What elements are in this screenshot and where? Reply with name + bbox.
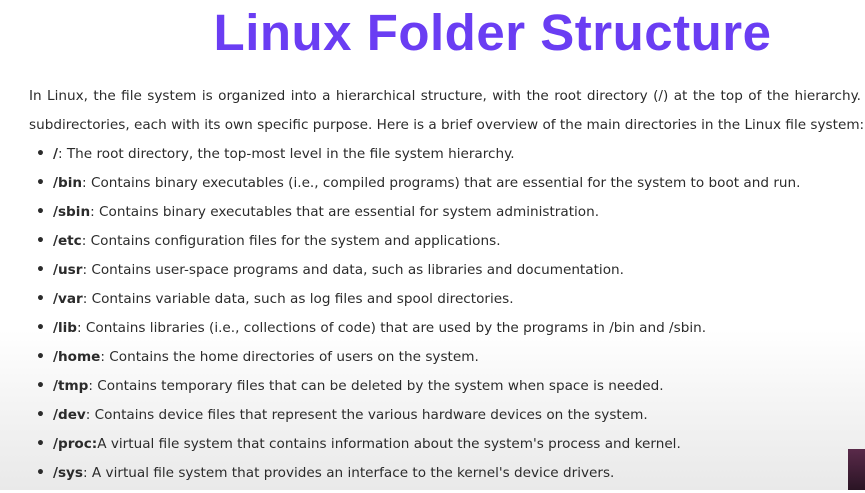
intro-line-1: In Linux, the file system is organized i… <box>29 88 861 104</box>
directory-name: /usr <box>53 262 83 278</box>
directory-description: : Contains libraries (i.e., collections … <box>77 320 707 336</box>
bullet-icon: • <box>36 378 45 394</box>
bullet-icon: • <box>36 349 45 365</box>
directory-name: /tmp <box>53 378 89 394</box>
bullet-icon: • <box>36 407 45 423</box>
directory-description: : Contains variable data, such as log fi… <box>82 291 514 307</box>
list-item-home: • /home: Contains the home directories of… <box>36 348 800 377</box>
list-item-bin: • /bin: Contains binary executables (i.e.… <box>36 174 800 203</box>
bullet-icon: • <box>36 436 45 452</box>
directory-description: : Contains binary executables (i.e., com… <box>82 175 801 191</box>
directory-name: /sys <box>53 465 84 481</box>
list-item-sys: • /sys: A virtual file system that provid… <box>36 464 800 493</box>
list-item-sbin: • /sbin: Contains binary executables that… <box>36 203 800 232</box>
directory-name: /home <box>53 349 101 365</box>
directory-description: : The root directory, the top-most level… <box>57 146 515 162</box>
directory-name: /lib <box>53 320 78 336</box>
directory-name: /bin <box>53 175 83 191</box>
directory-name: /etc <box>53 233 82 249</box>
bullet-icon: • <box>36 291 45 307</box>
directory-description: A virtual file system that contains info… <box>97 436 681 452</box>
directory-description: : A virtual file system that provides an… <box>83 465 615 481</box>
directory-name: /sbin <box>53 204 91 220</box>
directory-description: : Contains configuration files for the s… <box>81 233 501 249</box>
list-item-root: • /: The root directory, the top-most lev… <box>36 145 800 174</box>
bullet-icon: • <box>36 204 45 220</box>
list-item-usr: • /usr: Contains user-space programs and … <box>36 261 800 290</box>
intro-line-2: subdirectories, each with its own specif… <box>29 117 865 133</box>
directory-description: : Contains the home directories of users… <box>100 349 479 365</box>
video-thumbnail-edge <box>848 449 865 490</box>
bullet-icon: • <box>36 175 45 191</box>
directory-description: : Contains device files that represent t… <box>85 407 648 423</box>
page-title: Linux Folder Structure <box>213 4 772 61</box>
directory-description: : Contains binary executables that are e… <box>90 204 600 220</box>
list-item-var: • /var: Contains variable data, such as l… <box>36 290 800 319</box>
list-item-lib: • /lib: Contains libraries (i.e., collect… <box>36 319 800 348</box>
list-item-tmp: • /tmp: Contains temporary files that can… <box>36 377 800 406</box>
directory-list: • /: The root directory, the top-most lev… <box>36 145 800 493</box>
directory-name: /dev <box>53 407 86 423</box>
list-item-etc: • /etc: Contains configuration files for … <box>36 232 800 261</box>
bullet-icon: • <box>36 146 45 162</box>
bullet-icon: • <box>36 465 45 481</box>
directory-description: : Contains user-space programs and data,… <box>82 262 624 278</box>
bullet-icon: • <box>36 262 45 278</box>
list-item-proc: • /proc: A virtual file system that conta… <box>36 435 800 464</box>
bullet-icon: • <box>36 320 45 336</box>
directory-name: /var <box>53 291 83 307</box>
list-item-dev: • /dev: Contains device files that repres… <box>36 406 800 435</box>
directory-name: /proc: <box>53 436 98 452</box>
directory-description: : Contains temporary files that can be d… <box>88 378 664 394</box>
bullet-icon: • <box>36 233 45 249</box>
